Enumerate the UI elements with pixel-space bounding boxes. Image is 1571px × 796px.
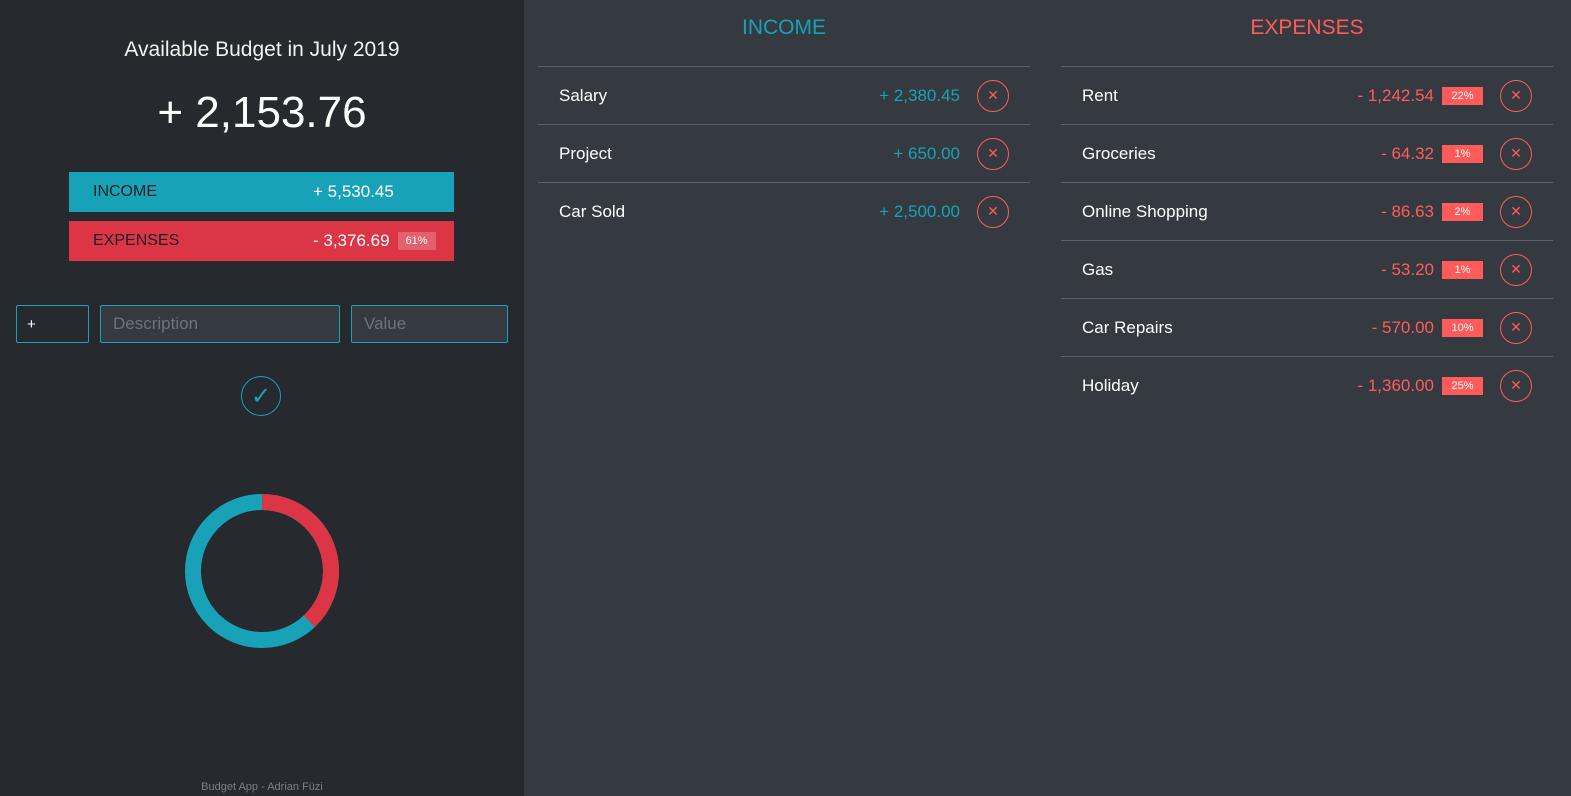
budget-value: + 2,153.76	[157, 88, 367, 137]
expense-item-value: - 1,242.54	[1357, 85, 1434, 105]
footer-credit: Budget App - Adrian Füzi	[201, 781, 323, 793]
close-circle-icon[interactable]: ✕	[1500, 79, 1532, 112]
income-item: Salary + 2,380.45 ✕	[538, 66, 1030, 124]
expense-item-value: - 570.00	[1371, 317, 1434, 337]
budget-panel: Available Budget in July 2019 + 2,153.76…	[0, 0, 524, 796]
close-circle-icon[interactable]: ✕	[1500, 369, 1532, 402]
close-circle-icon[interactable]: ✕	[1500, 137, 1532, 170]
budget-title: Available Budget in July 2019	[124, 38, 400, 61]
expenses-summary: EXPENSES - 3,376.69 61%	[69, 221, 454, 261]
expense-item-description: Groceries	[1082, 143, 1156, 163]
income-list-title: INCOME	[742, 16, 826, 39]
income-summary-label: INCOME	[93, 183, 157, 200]
expense-item: Online Shopping - 86.63 2% ✕	[1061, 182, 1553, 240]
expenses-list: Rent - 1,242.54 22% ✕ Groceries - 64.32 …	[1061, 66, 1553, 414]
expense-percent-badge: 1%	[1442, 144, 1483, 163]
expense-item: Groceries - 64.32 1% ✕	[1061, 124, 1553, 182]
expense-item-value: - 1,360.00	[1357, 375, 1434, 395]
expense-item-value: - 64.32	[1381, 143, 1434, 163]
expenses-summary-value: - 3,376.69	[313, 231, 390, 250]
expense-item: Holiday - 1,360.00 25% ✕	[1061, 356, 1553, 414]
expense-item-description: Gas	[1082, 259, 1114, 279]
expense-percent-badge: 22%	[1442, 86, 1483, 105]
income-item-description: Salary	[559, 85, 608, 105]
value-input[interactable]	[351, 305, 508, 343]
expense-percent-badge: 2%	[1442, 202, 1483, 221]
description-input[interactable]	[100, 305, 340, 343]
close-circle-icon[interactable]: ✕	[1500, 195, 1532, 228]
income-summary-value: + 5,530.45	[313, 182, 394, 201]
budget-donut-chart	[185, 494, 339, 648]
type-select[interactable]: +	[16, 305, 89, 343]
expense-item: Gas - 53.20 1% ✕	[1061, 240, 1553, 298]
expenses-summary-label: EXPENSES	[93, 232, 180, 249]
close-circle-icon[interactable]: ✕	[977, 79, 1009, 112]
income-item-value: + 2,380.45	[879, 85, 960, 105]
expense-item-description: Holiday	[1082, 375, 1139, 395]
add-item-button[interactable]: ✓	[241, 376, 281, 416]
close-circle-icon[interactable]: ✕	[977, 137, 1009, 170]
close-circle-icon[interactable]: ✕	[1500, 253, 1532, 286]
expense-item-description: Online Shopping	[1082, 201, 1208, 221]
expense-percent-badge: 10%	[1442, 318, 1483, 337]
close-circle-icon[interactable]: ✕	[977, 195, 1009, 228]
expense-item: Car Repairs - 570.00 10% ✕	[1061, 298, 1553, 356]
expense-percent-badge: 1%	[1442, 260, 1483, 279]
expense-item-value: - 86.63	[1381, 201, 1434, 221]
income-item: Car Sold + 2,500.00 ✕	[538, 182, 1030, 240]
expense-item-value: - 53.20	[1381, 259, 1434, 279]
expense-item-description: Rent	[1082, 85, 1118, 105]
income-item-description: Project	[559, 143, 612, 163]
checkmark-icon: ✓	[250, 382, 272, 410]
income-item-value: + 2,500.00	[879, 201, 960, 221]
income-item-value: + 650.00	[893, 143, 960, 163]
expenses-list-title: EXPENSES	[1250, 16, 1364, 39]
expense-item: Rent - 1,242.54 22% ✕	[1061, 66, 1553, 124]
expense-percent-badge: 25%	[1442, 376, 1483, 395]
income-summary: INCOME + 5,530.45	[69, 172, 454, 212]
income-item-description: Car Sold	[559, 201, 626, 221]
income-item: Project + 650.00 ✕	[538, 124, 1030, 182]
expense-item-description: Car Repairs	[1082, 317, 1173, 337]
expenses-percent-badge: 61%	[397, 232, 436, 250]
close-circle-icon[interactable]: ✕	[1500, 311, 1532, 344]
income-list: Salary + 2,380.45 ✕ Project + 650.00 ✕ C…	[538, 66, 1030, 240]
